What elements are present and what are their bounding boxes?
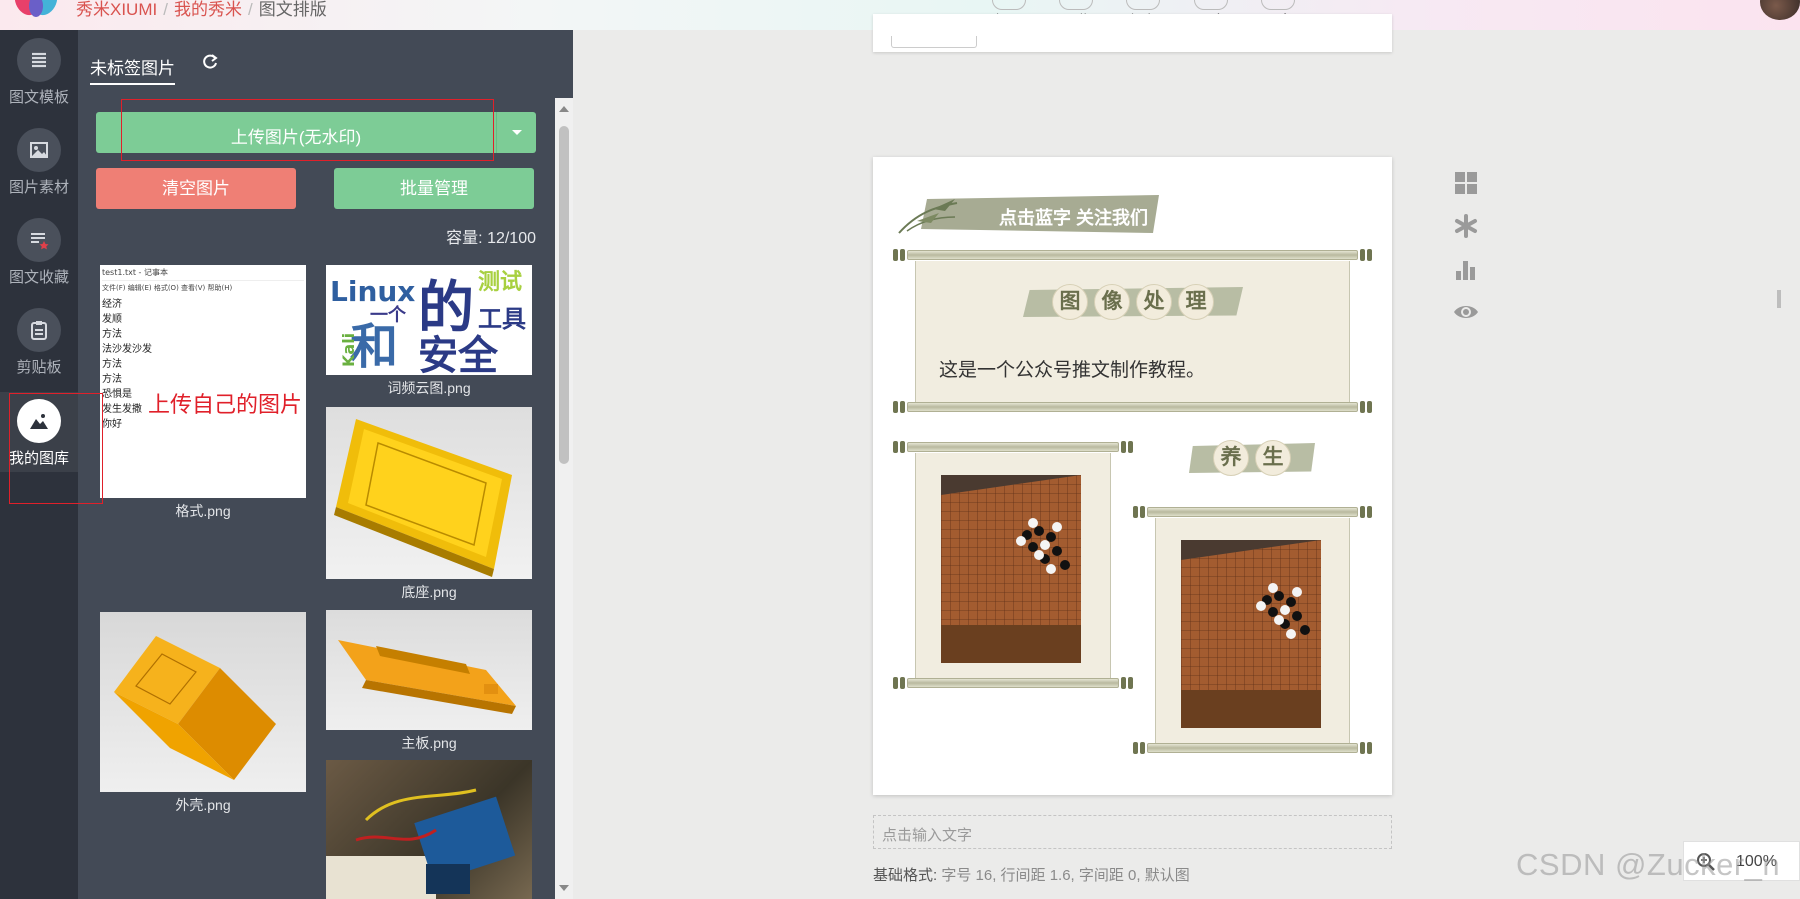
notepad-line: 经济 [102, 299, 122, 310]
follow-banner[interactable]: 点击蓝字 关注我们 [897, 193, 1167, 235]
gomoku-photo-right[interactable] [1181, 540, 1321, 728]
notepad-screenshot: test1.txt - 记事本 文件(F) 编辑(E) 格式(O) 查看(V) … [100, 265, 306, 498]
user-avatar[interactable] [1760, 0, 1800, 20]
right-edge-handle[interactable] [1777, 290, 1781, 308]
image-caption: 外壳.png [175, 797, 231, 813]
follow-text: 点击蓝字 关注我们 [999, 208, 1149, 228]
scrollbar-thumb[interactable] [559, 126, 569, 464]
svg-text:的: 的 [418, 276, 474, 341]
capacity-indicator: 容量: 12/100 [446, 230, 536, 247]
scroll-up-arrow-icon[interactable] [559, 106, 569, 112]
nav-item-image-assets[interactable]: 图片素材 [0, 128, 78, 197]
notepad-line: 法沙发沙发 [102, 344, 152, 355]
gomoku-photo-left[interactable] [941, 475, 1081, 663]
previous-article-card[interactable] [873, 14, 1392, 52]
watermark: CSDN @Zucker_n [1516, 847, 1781, 882]
scroll-down-arrow-icon[interactable] [559, 885, 569, 891]
bar-chart-icon [1456, 261, 1475, 280]
upload-dropdown-toggle[interactable] [496, 112, 536, 153]
export-icon [1194, 0, 1228, 10]
svg-text:测试: 测试 [478, 270, 522, 295]
wordcloud-image: Linux 的 测试 和 安全 工具 一个 Kali [326, 265, 532, 375]
annotation-box-upload [121, 99, 494, 161]
mainboard-model-image [326, 610, 532, 730]
breadcrumb: 秀米XIUMI / 我的秀米 / 图文排版 [76, 0, 327, 19]
image-thumb-mainboard[interactable]: 主板.png [326, 610, 532, 753]
list-icon [32, 52, 46, 68]
editor-side-tools [1453, 170, 1479, 342]
notepad-line: 发顺 [102, 314, 122, 325]
base-model-image [326, 407, 532, 579]
stats-button[interactable] [1453, 256, 1479, 282]
text-input-line[interactable]: 点击输入文字 [873, 815, 1392, 849]
eye-icon [1059, 0, 1093, 10]
svg-text:工具: 工具 [478, 305, 526, 333]
library-scrollbar[interactable] [555, 98, 573, 899]
image-caption: 主板.png [401, 735, 457, 751]
breadcrumb-home[interactable]: 秀米XIUMI [76, 0, 157, 19]
annotation-box-gallery [9, 393, 103, 504]
image-caption: 词频云图.png [387, 380, 471, 396]
annotation-text: 上传自己的图片 [148, 392, 303, 417]
scroll-rod-top [893, 249, 1372, 261]
section-title-image-processing: 图 像 处 理 [1023, 283, 1243, 321]
notepad-line: 方法 [102, 329, 122, 340]
xiumi-logo-icon[interactable] [12, 0, 60, 20]
batch-manage-button[interactable]: 批量管理 [334, 168, 534, 209]
notepad-menu: 文件(F) 编辑(E) 格式(O) 查看(V) 帮助(H) [102, 284, 233, 292]
article-card[interactable]: 点击蓝字 关注我们 图 像 处 理 这是一个公众号推文制作教程。 养 生 [873, 157, 1392, 795]
basic-format-info: 基础格式: 字号 16, 行间距 1.6, 字间距 0, 默认图 [873, 867, 1190, 884]
tab-untagged-images[interactable]: 未标签图片 [90, 54, 175, 85]
svg-text:安全: 安全 [418, 333, 499, 375]
notepad-title: test1.txt - 记事本 [102, 267, 304, 281]
shell-model-image [100, 612, 306, 792]
collapse-button[interactable]: ‹ 收起 [8, 895, 55, 899]
nav-item-templates[interactable]: 图文模板 [0, 38, 78, 107]
nav-item-favorites[interactable]: 图文收藏 [0, 218, 78, 287]
eye-icon [1454, 306, 1478, 318]
preview-eye-button[interactable] [1453, 299, 1479, 325]
save-icon [1126, 0, 1160, 10]
nav-item-clipboard[interactable]: 剪贴板 [0, 308, 78, 377]
image-thumb-circuit[interactable] [326, 760, 532, 899]
more-icon [1261, 0, 1295, 10]
image-caption: 底座.png [401, 584, 457, 600]
folder-open-icon [992, 0, 1026, 10]
grid-layout-button[interactable] [1453, 170, 1479, 196]
image-thumb-wordcloud[interactable]: Linux 的 测试 和 安全 工具 一个 Kali 词频云图.png [326, 265, 532, 398]
scroll-rod-bottom [893, 401, 1372, 413]
settings-button[interactable] [1453, 213, 1479, 239]
image-thumb-base[interactable]: 底座.png [326, 407, 532, 602]
scroll-rod-left-top [893, 441, 1133, 453]
section-title-health: 养 生 [1189, 439, 1315, 477]
article-body-text[interactable]: 这是一个公众号推文制作教程。 [939, 355, 1205, 382]
asterisk-icon [1455, 214, 1477, 238]
scroll-rod-right-top [1133, 506, 1372, 518]
image-thumb-shell[interactable]: 外壳.png [100, 612, 306, 815]
breadcrumb-current: 图文排版 [258, 0, 327, 19]
clipboard-icon [31, 321, 47, 340]
svg-text:一个: 一个 [370, 304, 407, 326]
clear-images-button[interactable]: 清空图片 [96, 168, 296, 209]
grid-icon [1455, 172, 1477, 194]
circuit-photo [326, 760, 532, 899]
svg-text:Kali: Kali [339, 333, 358, 367]
notepad-line: 方法 [102, 374, 122, 385]
refresh-icon[interactable] [200, 52, 220, 72]
svg-text:Linux: Linux [330, 275, 415, 308]
scroll-rod-right-bottom [1133, 742, 1372, 754]
notepad-line: 方法 [102, 359, 122, 370]
breadcrumb-my-xiumi[interactable]: 我的秀米 [174, 0, 242, 19]
image-caption: 格式.png [175, 503, 231, 519]
scroll-rod-left-bottom [893, 677, 1133, 689]
image-icon [30, 142, 48, 158]
favorite-list-icon [31, 233, 49, 250]
